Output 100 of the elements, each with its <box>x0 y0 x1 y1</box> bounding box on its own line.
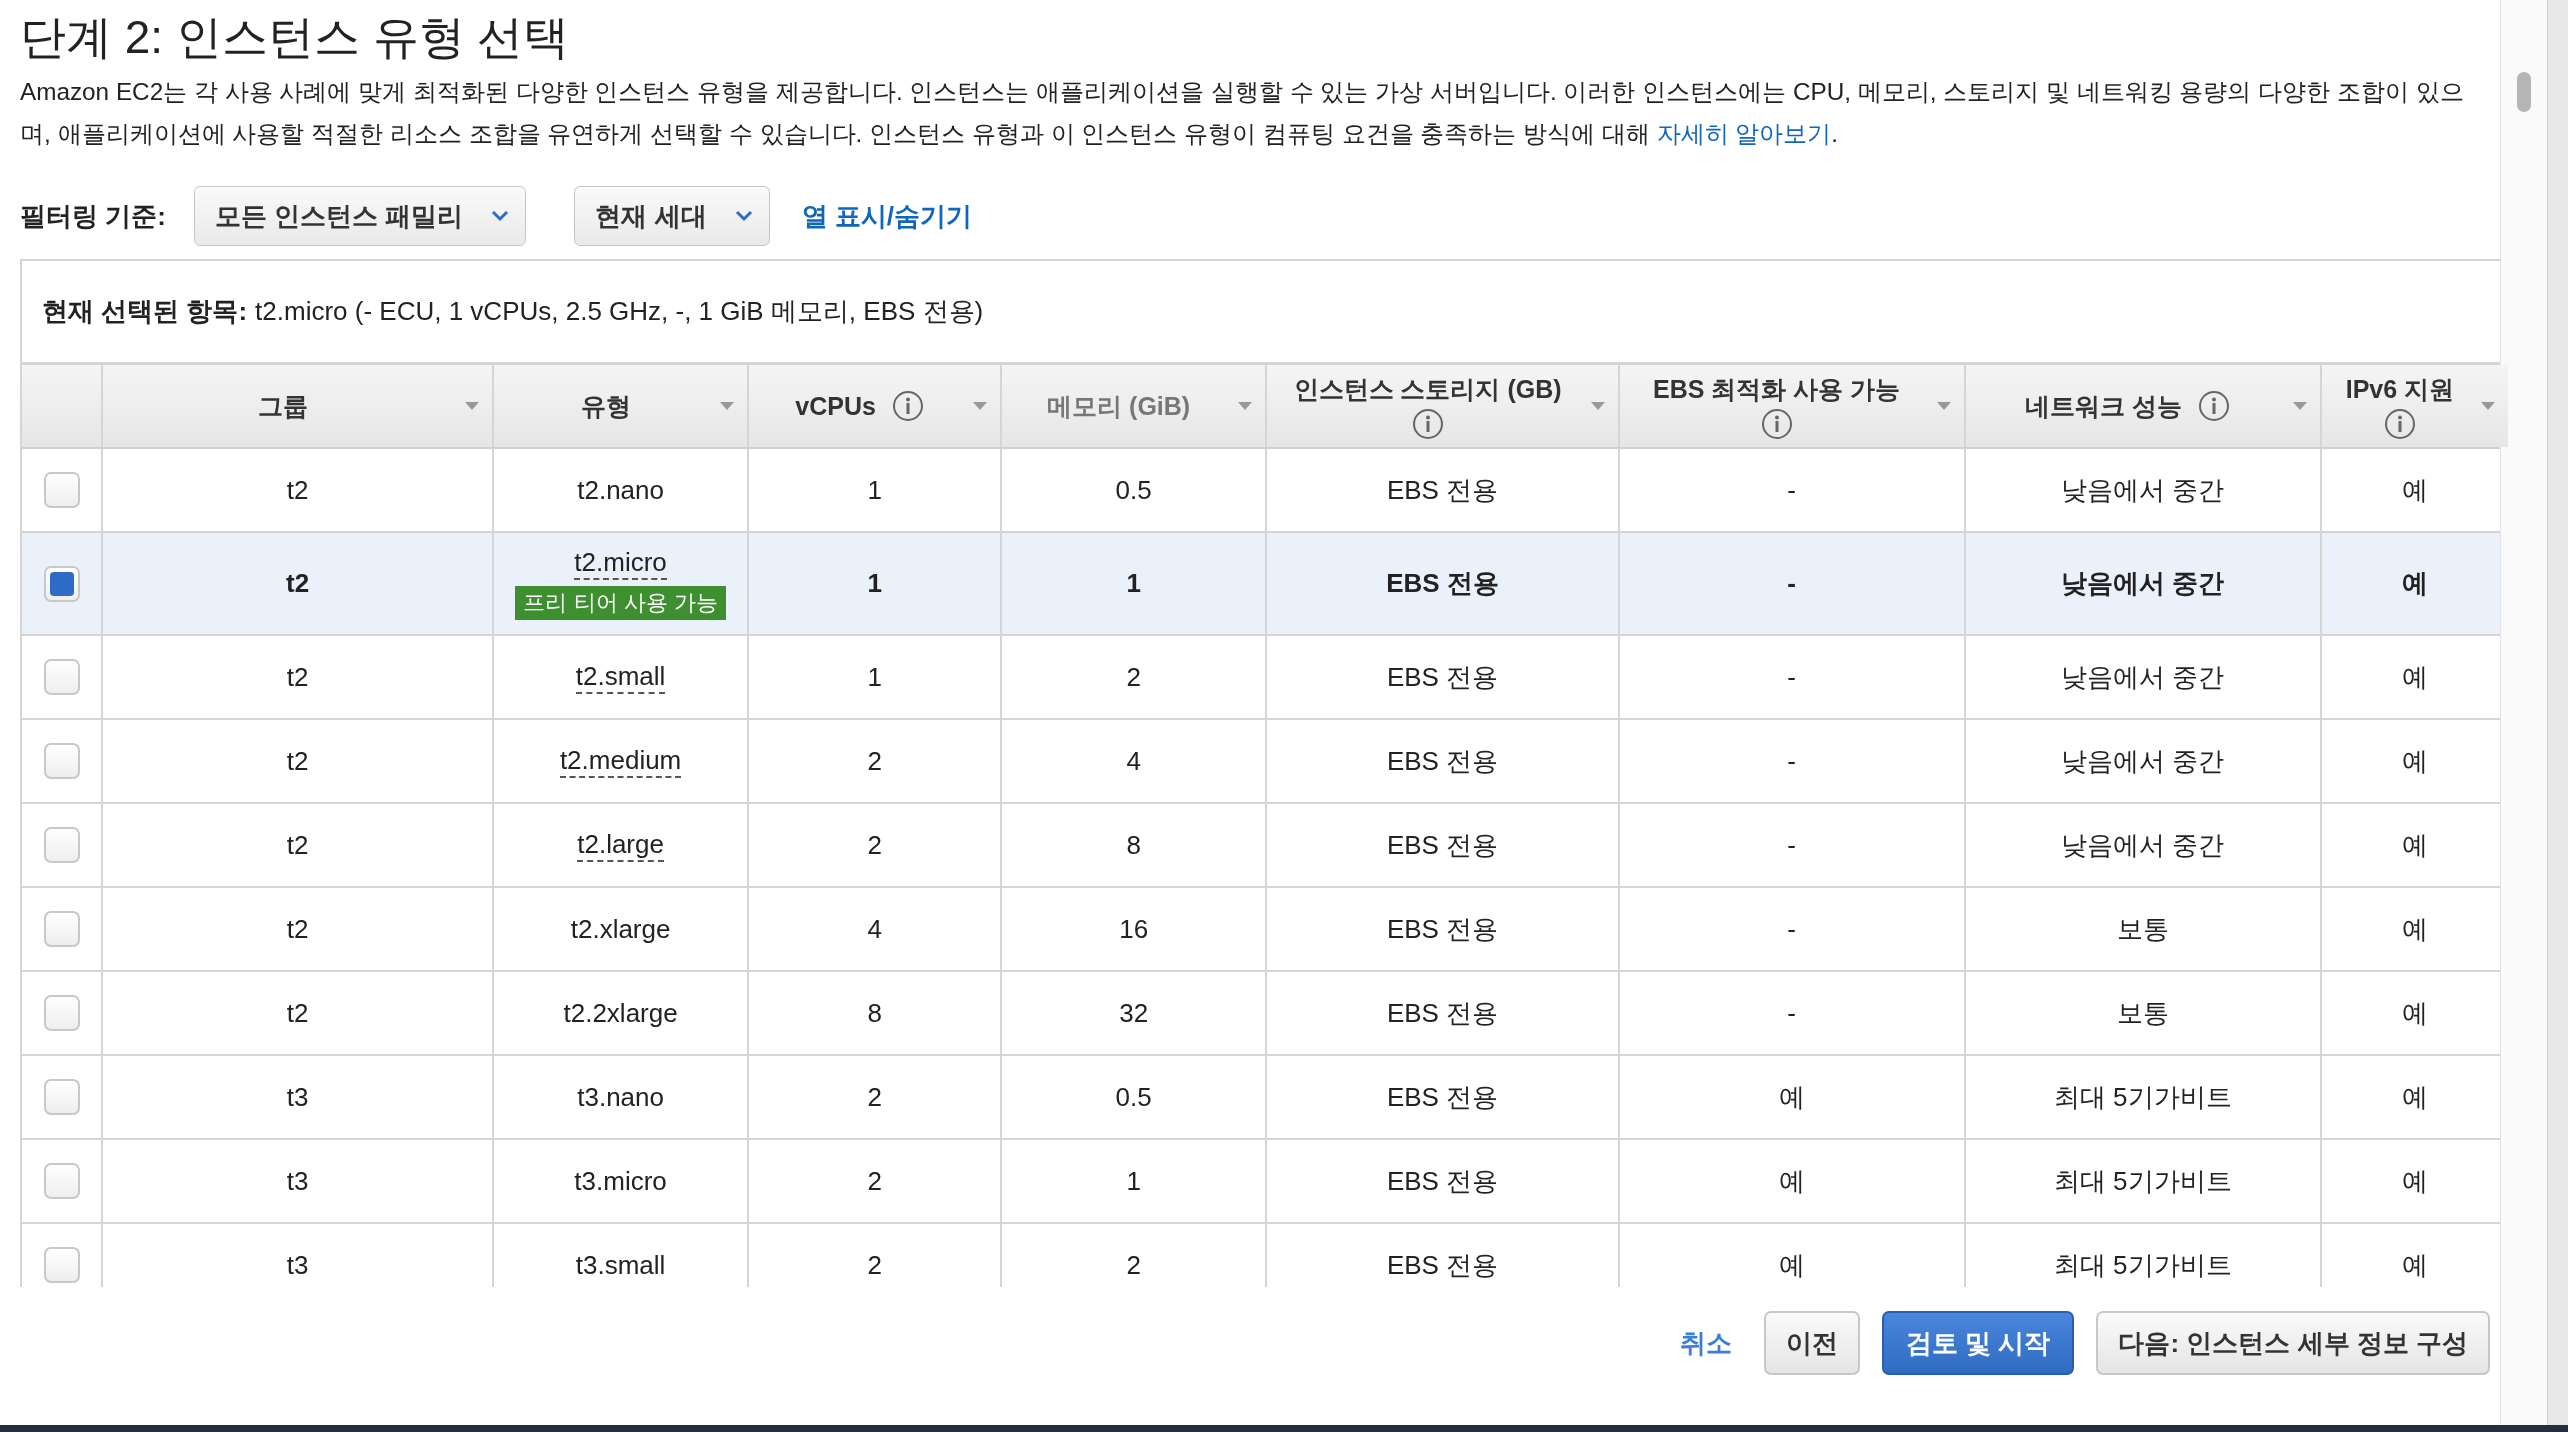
caret-icon <box>734 210 753 223</box>
selection-summary: t2.micro (- ECU, 1 vCPUs, 2.5 GHz, -, 1 GiB 메모리, EBS 전용) <box>255 295 984 329</box>
table-cell: 2 <box>867 1165 882 1196</box>
table-cell: t3 <box>286 1081 309 1112</box>
family-dropdown[interactable]: 모든 인스턴스 패밀리 <box>193 186 527 247</box>
row-checkbox[interactable] <box>43 743 80 780</box>
table-cell: 2 <box>867 1081 882 1112</box>
table-cell: EBS 전용 <box>1386 1165 1499 1196</box>
row-checkbox[interactable] <box>43 1163 80 1200</box>
instance-type: t2.2xlarge <box>563 997 678 1029</box>
instance-type: t2.micro <box>574 548 667 581</box>
table-row[interactable]: t2 t2.micro 프리 티어 사용 가능 1 1 EBS 전용 - 낮음에서 중간 예 <box>22 532 2509 636</box>
previous-button[interactable]: 이전 <box>1764 1311 1860 1376</box>
column-header[interactable]: 인스턴스 스토리지 (GB) <box>1266 365 1619 449</box>
row-checkbox[interactable] <box>43 565 80 602</box>
sort-icon[interactable] <box>2480 401 2496 412</box>
column-label: vCPUs <box>795 391 876 421</box>
row-checkbox[interactable] <box>43 1247 80 1284</box>
column-header[interactable]: vCPUs <box>748 365 1001 449</box>
table-cell: 0.5 <box>1115 1081 1152 1112</box>
column-header[interactable]: 그룹 <box>102 365 493 449</box>
table-cell: EBS 전용 <box>1386 997 1499 1028</box>
table-cell: 예 <box>2401 1081 2428 1112</box>
table-cell: 예 <box>1778 1249 1805 1280</box>
free-tier-badge: 프리 티어 사용 가능 <box>515 586 726 621</box>
table-cell: 1 <box>867 568 882 599</box>
selection-label: 현재 선택된 항목: <box>42 295 248 329</box>
info-icon[interactable] <box>1760 407 1793 440</box>
scrollbar[interactable] <box>2500 0 2548 1425</box>
table-cell: EBS 전용 <box>1386 1081 1499 1112</box>
table-cell: t3 <box>286 1249 309 1280</box>
table-cell: 8 <box>1126 829 1141 860</box>
sort-icon[interactable] <box>1237 401 1254 412</box>
table-cell: 예 <box>2401 474 2428 505</box>
table-cell: 2 <box>1126 1249 1141 1280</box>
info-icon[interactable] <box>891 390 924 423</box>
info-icon[interactable] <box>2198 390 2231 423</box>
table-cell: 예 <box>1778 1081 1805 1112</box>
table-cell: EBS 전용 <box>1386 1249 1499 1280</box>
table-cell: 예 <box>2401 997 2428 1028</box>
cancel-link[interactable]: 취소 <box>1680 1325 1732 1361</box>
table-cell: 1 <box>867 474 882 505</box>
column-label: 그룹 <box>257 390 308 422</box>
sort-icon[interactable] <box>971 401 988 412</box>
show-hide-columns-link[interactable]: 열 표시/숨기기 <box>801 198 973 234</box>
table-cell: t2 <box>286 745 309 776</box>
row-checkbox[interactable] <box>43 1079 80 1116</box>
column-label: 인스턴스 스토리지 (GB) <box>1293 373 1562 405</box>
generation-dropdown[interactable]: 현재 세대 <box>574 186 770 247</box>
row-checkbox[interactable] <box>43 827 80 864</box>
table-cell: t2 <box>286 997 309 1028</box>
instance-type: t2.small <box>575 661 666 694</box>
table-cell: t3 <box>286 1165 309 1196</box>
table-cell: 낮음에서 중간 <box>2061 745 2225 776</box>
table-cell: 0.5 <box>1115 474 1152 505</box>
info-icon[interactable] <box>1411 407 1444 440</box>
row-checkbox[interactable] <box>43 659 80 696</box>
column-header[interactable]: 메모리 (GiB) <box>1000 365 1267 449</box>
table-cell: t2 <box>286 661 309 692</box>
sort-icon[interactable] <box>463 401 480 412</box>
row-checkbox[interactable] <box>43 472 80 509</box>
instance-type: t3.nano <box>577 1081 664 1113</box>
row-checkbox[interactable] <box>43 995 80 1032</box>
column-header[interactable]: 유형 <box>492 365 749 449</box>
page-title: 단계 2: 인스턴스 유형 선택 <box>20 10 571 65</box>
column-header[interactable]: 네트워크 성능 <box>1964 365 2321 449</box>
table-cell: t2 <box>286 829 309 860</box>
table-cell: 낮음에서 중간 <box>2061 568 2225 599</box>
instance-type: t3.micro <box>574 1165 667 1197</box>
table-cell: EBS 전용 <box>1386 568 1499 599</box>
sort-icon[interactable] <box>2291 401 2308 412</box>
instance-type: t3.small <box>575 1249 666 1281</box>
next-button[interactable]: 다음: 인스턴스 세부 정보 구성 <box>2096 1311 2490 1376</box>
table-cell: 예 <box>1778 1165 1805 1196</box>
learn-more-link[interactable]: 자세히 알아보기 <box>1656 120 1832 148</box>
column-header[interactable]: IPv6 지원 <box>2320 365 2509 449</box>
table-cell: 8 <box>867 997 882 1028</box>
table-cell: 4 <box>1126 745 1141 776</box>
row-checkbox[interactable] <box>43 911 80 948</box>
instance-type: t2.nano <box>577 474 664 506</box>
caret-icon <box>491 210 510 223</box>
info-icon[interactable] <box>2383 407 2416 440</box>
table-cell: 최대 5기가비트 <box>2053 1165 2232 1196</box>
column-header[interactable]: EBS 최적화 사용 가능 <box>1618 365 1965 449</box>
table-cell: 보통 <box>2116 913 2169 944</box>
table-cell: 1 <box>867 661 882 692</box>
table-cell: 낮음에서 중간 <box>2061 661 2225 692</box>
column-label: 유형 <box>580 390 631 422</box>
table-cell: 최대 5기가비트 <box>2053 1249 2232 1280</box>
table-cell: t2 <box>286 474 309 505</box>
sort-icon[interactable] <box>1935 401 1952 412</box>
table-cell: t2 <box>286 568 310 599</box>
table-cell: 예 <box>2401 661 2428 692</box>
sort-icon[interactable] <box>719 401 736 412</box>
table-cell: 예 <box>2401 1165 2428 1196</box>
table-cell: t2 <box>286 913 309 944</box>
column-label: 메모리 (GiB) <box>1047 390 1191 422</box>
review-and-launch-button[interactable]: 검토 및 시작 <box>1882 1311 2075 1376</box>
column-label: EBS 최적화 사용 가능 <box>1653 373 1901 405</box>
sort-icon[interactable] <box>1589 401 1606 412</box>
